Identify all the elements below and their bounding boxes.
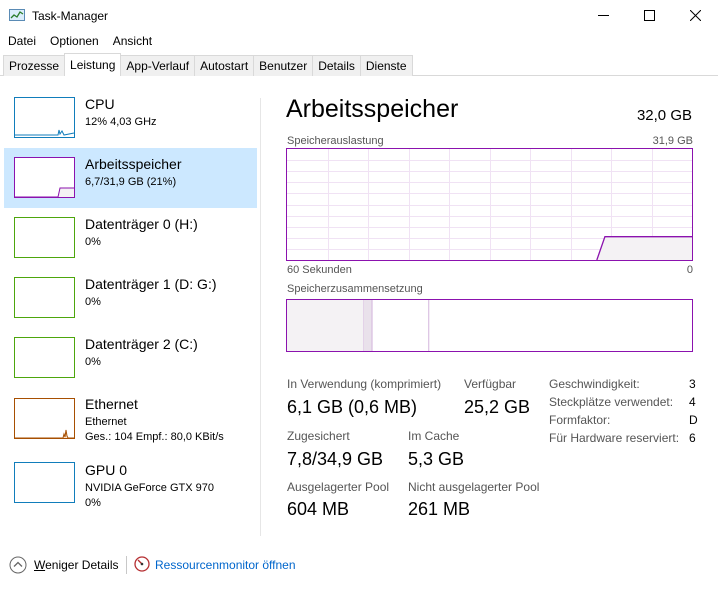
sidebar-item-disk-2[interactable]: Datenträger 2 (C:) 0% — [4, 328, 257, 388]
prop-speed-value: 3 — [689, 377, 696, 391]
prop-hw-reserved-label: Für Hardware reserviert: — [549, 431, 680, 445]
stat-committed-value: 7,8/34,9 GB — [287, 449, 384, 469]
window-title: Task-Manager — [32, 9, 109, 23]
sidebar-sub: 0% — [85, 356, 101, 368]
maximize-icon — [643, 10, 655, 21]
sidebar-item-memory[interactable]: Arbeitsspeicher 6,7/31,9 GB (21%) — [4, 148, 257, 208]
sidebar-item-disk-0[interactable]: Datenträger 0 (H:) 0% — [4, 208, 257, 268]
minimize-icon — [597, 15, 609, 16]
stat-cached-label: Im Cache — [408, 429, 460, 443]
composition-modified — [363, 300, 373, 351]
menu-bar: Datei Optionen Ansicht — [0, 32, 159, 52]
tab-autostart[interactable]: Autostart — [194, 55, 255, 76]
fewer-details-text: eniger Details — [45, 558, 119, 572]
sidebar-item-cpu[interactable]: CPU 12% 4,03 GHz — [4, 88, 257, 148]
tab-app-verlauf[interactable]: App-Verlauf — [120, 55, 196, 76]
resource-sidebar: CPU 12% 4,03 GHz Arbeitsspeicher 6,7/31,… — [4, 88, 258, 538]
stat-in-use-label: In Verwendung (komprimiert) — [287, 377, 442, 391]
sidebar-title: Datenträger 1 (D: G:) — [85, 276, 217, 292]
page-title: Arbeitsspeicher — [286, 95, 459, 123]
tab-strip: Prozesse Leistung App-Verlauf Autostart … — [3, 53, 413, 76]
stat-cached-value: 5,3 GB — [408, 449, 465, 469]
composition-label: Speicherzusammensetzung — [287, 283, 423, 295]
sidebar-item-ethernet[interactable]: Ethernet Ethernet Ges.: 104 Empf.: 80,0 … — [4, 388, 257, 452]
cpu-thumbnail — [14, 97, 75, 138]
sidebar-title: Datenträger 0 (H:) — [85, 216, 198, 232]
prop-hw-reserved-value: 6 — [689, 431, 696, 445]
prop-form-factor-label: Formfaktor: — [549, 413, 611, 427]
memory-usage-chart — [287, 149, 692, 260]
stat-in-use-value: 6,1 GB (0,6 MB) — [287, 397, 418, 417]
resource-monitor-icon[interactable] — [134, 556, 150, 572]
footer-divider — [126, 556, 127, 574]
sidebar-sub-2: 0% — [85, 497, 101, 509]
close-icon — [689, 10, 701, 21]
disk-2-thumbnail — [14, 337, 75, 378]
disk-0-thumbnail — [14, 217, 75, 258]
task-manager-icon — [9, 9, 25, 21]
tab-benutzer[interactable]: Benutzer — [253, 55, 314, 76]
sidebar-title: CPU — [85, 96, 115, 112]
resource-monitor-link[interactable]: Ressourcenmonitor öffnen — [155, 558, 296, 572]
usage-area — [596, 236, 692, 260]
stat-nonpaged-pool-label: Nicht ausgelagerter Pool — [408, 480, 540, 494]
tab-details[interactable]: Details — [312, 55, 361, 76]
disk-1-thumbnail — [14, 277, 75, 318]
prop-slots-value: 4 — [689, 395, 696, 409]
memory-composition-chart — [287, 300, 430, 351]
stat-available-value: 25,2 GB — [464, 397, 531, 417]
sidebar-title: GPU 0 — [85, 462, 128, 478]
title-bar[interactable]: Task-Manager — [0, 0, 718, 31]
memory-total: 32,0 GB — [636, 107, 692, 124]
memory-thumbnail — [14, 157, 75, 198]
prop-slots-label: Steckplätze verwendet: — [549, 395, 674, 409]
ethernet-thumbnail — [14, 398, 75, 439]
chevron-up-circle-icon[interactable] — [9, 556, 27, 574]
sidebar-sub: 6,7/31,9 GB (21%) — [85, 176, 177, 188]
memory-composition-bar — [286, 299, 693, 352]
tab-leistung[interactable]: Leistung — [64, 53, 122, 76]
stat-committed-label: Zugesichert — [287, 429, 350, 443]
usage-graph-label: Speicherauslastung — [287, 135, 384, 147]
sidebar-item-disk-1[interactable]: Datenträger 1 (D: G:) 0% — [4, 268, 257, 328]
menu-optionen[interactable]: Optionen — [43, 32, 106, 52]
stat-available-label: Verfügbar — [464, 377, 517, 391]
sidebar-sub: Ethernet — [85, 416, 127, 428]
close-button[interactable] — [672, 0, 718, 31]
stat-nonpaged-pool-value: 261 MB — [408, 499, 471, 519]
tab-prozesse[interactable]: Prozesse — [3, 55, 66, 76]
time-axis-right: 0 — [686, 264, 693, 276]
composition-in-use — [287, 300, 364, 351]
fewer-details-button[interactable]: Weniger Details — [34, 558, 118, 572]
sidebar-title: Datenträger 2 (C:) — [85, 336, 198, 352]
menu-datei[interactable]: Datei — [0, 32, 43, 52]
menu-ansicht[interactable]: Ansicht — [106, 32, 159, 52]
sidebar-sub: 12% 4,03 GHz — [85, 116, 157, 128]
maximize-button[interactable] — [626, 0, 672, 31]
tab-dienste[interactable]: Dienste — [359, 55, 413, 76]
gpu-thumbnail — [14, 462, 75, 503]
fewer-details-accesskey: W — [34, 558, 46, 572]
sidebar-sub: 0% — [85, 236, 101, 248]
memory-usage-graph — [286, 148, 693, 261]
time-axis-left: 60 Sekunden — [287, 264, 352, 276]
sidebar-title: Arbeitsspeicher — [85, 156, 182, 172]
stat-paged-pool-label: Ausgelagerter Pool — [287, 480, 390, 494]
stat-paged-pool-value: 604 MB — [287, 499, 350, 519]
sidebar-sub: NVIDIA GeForce GTX 970 — [85, 482, 214, 494]
sidebar-title: Ethernet — [85, 396, 138, 412]
sidebar-item-gpu[interactable]: GPU 0 NVIDIA GeForce GTX 970 0% — [4, 454, 257, 516]
usage-graph-max: 31,9 GB — [652, 135, 693, 147]
sidebar-sub: 0% — [85, 296, 101, 308]
sidebar-sub-2: Ges.: 104 Empf.: 80,0 KBit/s — [85, 431, 224, 443]
minimize-button[interactable] — [580, 0, 626, 31]
prop-speed-label: Geschwindigkeit: — [549, 377, 640, 391]
prop-form-factor-value: D — [689, 413, 698, 427]
panel-divider — [260, 98, 261, 536]
